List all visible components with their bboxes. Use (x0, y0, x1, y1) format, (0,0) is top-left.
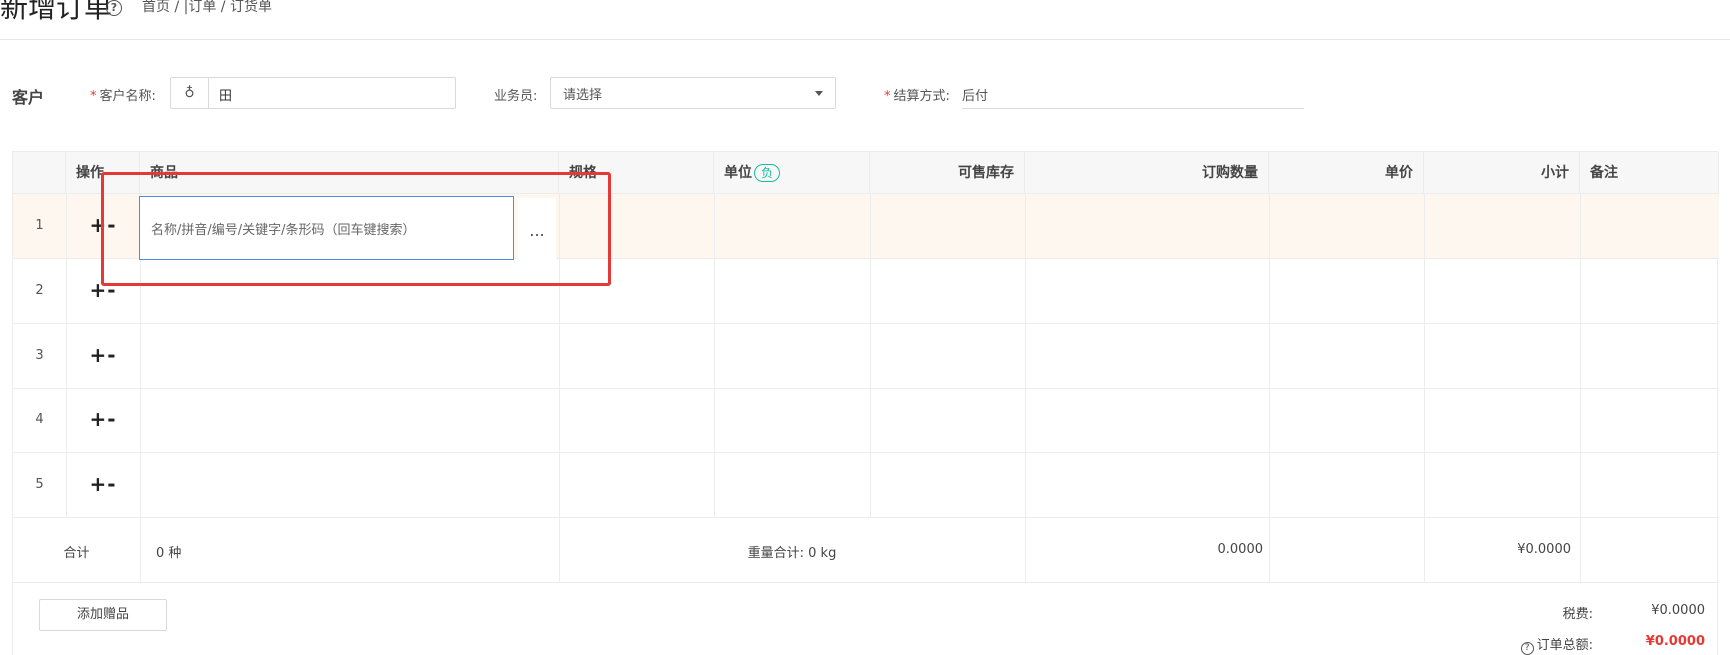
product-search-input[interactable]: 名称/拼音/编号/关键字/条形码（回车键搜索） (139, 196, 514, 260)
order-table: 操作 商品 规格 单位负 可售库存 订购数量 单价 小计 备注 1 2 3 4 … (12, 151, 1719, 655)
customer-section-label: 客户 (12, 88, 45, 107)
customer-form-row: 客户 * 客户名称: ♁ 田 业务员: 请选择 * 结算方式: 后付 (0, 76, 1730, 110)
col-header-spec: 规格 (559, 152, 714, 194)
col-header-product: 商品 (140, 152, 559, 194)
table-row (13, 324, 1719, 389)
row-number: 2 (35, 283, 44, 298)
table-row (13, 259, 1719, 324)
row-number: 1 (35, 218, 44, 233)
summary-label: 合计 (63, 546, 90, 561)
settlement-underline (962, 108, 1304, 109)
table-row (13, 389, 1719, 453)
col-header-price: 单价 (1269, 152, 1424, 194)
row-number: 3 (35, 348, 44, 363)
summary-subtotal: ¥0.0000 (1517, 542, 1571, 557)
row-add-remove-buttons[interactable]: +- (66, 472, 140, 496)
summary-kinds: 0 种 (156, 546, 182, 561)
help-icon[interactable]: ? (1520, 642, 1534, 655)
product-more-button[interactable]: ... (518, 198, 556, 260)
tax-label: 税费: (1562, 607, 1593, 622)
col-header-stock: 可售库存 (870, 152, 1025, 194)
salesperson-select[interactable]: 请选择 (550, 77, 836, 109)
page-title: 新增订单 (0, 0, 113, 24)
help-icon[interactable]: ? (106, 0, 122, 16)
salesperson-value: 请选择 (563, 88, 603, 103)
summary-quantity: 0.0000 (1217, 542, 1264, 557)
col-divider (1025, 194, 1026, 583)
col-divider (870, 194, 871, 518)
col-header-index (13, 152, 66, 194)
col-divider (559, 194, 560, 583)
tax-value: ¥0.0000 (1651, 603, 1705, 618)
customer-name-field[interactable]: ♁ 田 (170, 77, 456, 109)
add-gift-button[interactable]: 添加赠品 (39, 599, 167, 631)
table-row (13, 453, 1719, 518)
col-header-unit: 单位负 (714, 152, 870, 194)
summary-weight: 重量合计: 0 kg (747, 546, 837, 561)
col-divider (1424, 194, 1425, 583)
col-header-subtotal: 小计 (1424, 152, 1580, 194)
col-header-ops: 操作 (66, 152, 140, 194)
row-number: 5 (35, 477, 44, 492)
chevron-down-icon (815, 91, 823, 96)
row-add-remove-buttons[interactable]: +- (66, 343, 140, 367)
salesperson-label: 业务员: (494, 89, 538, 104)
breadcrumb[interactable]: 首页 / |订单 / 订货单 (142, 0, 272, 15)
row-add-remove-buttons[interactable]: +- (66, 278, 140, 302)
unit-negative-badge[interactable]: 负 (754, 164, 781, 182)
row-add-remove-buttons[interactable]: +- (66, 407, 140, 431)
customer-name-value[interactable]: 田 (219, 85, 232, 104)
row-add-remove-buttons[interactable]: +- (66, 213, 140, 237)
product-search-placeholder: 名称/拼音/编号/关键字/条形码（回车键搜索） (151, 223, 416, 238)
page-header: 新增订单 ? 首页 / |订单 / 订货单 (0, 0, 1730, 40)
col-header-remark: 备注 (1580, 152, 1719, 194)
row-number: 4 (35, 412, 44, 427)
col-divider (1580, 194, 1581, 583)
col-divider (714, 194, 715, 518)
order-total-label: ? 订单总额: (1483, 634, 1593, 655)
settlement-value[interactable]: 后付 (962, 85, 988, 104)
settlement-label: * 结算方式: (884, 89, 950, 104)
order-total-value: ¥0.0000 (1645, 634, 1705, 649)
user-icon[interactable]: ♁ (171, 78, 209, 108)
col-header-quantity: 订购数量 (1025, 152, 1269, 194)
col-divider (1269, 194, 1270, 583)
customer-name-label: * 客户名称: (90, 89, 156, 104)
